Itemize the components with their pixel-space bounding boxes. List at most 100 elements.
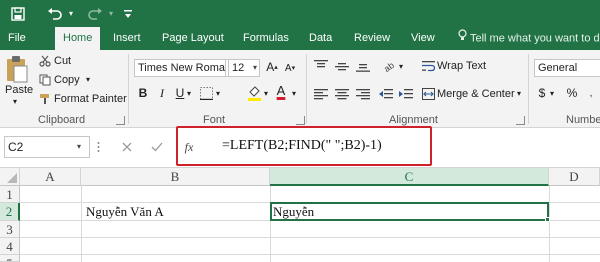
row-header-4[interactable]: 4 — [0, 238, 20, 255]
align-middle-icon[interactable] — [334, 59, 350, 73]
tab-file[interactable]: File — [8, 27, 26, 50]
tab-home[interactable]: Home — [55, 27, 101, 50]
merge-center-icon[interactable] — [421, 87, 435, 101]
active-cell-border — [270, 202, 549, 221]
tab-insert[interactable]: Insert — [113, 27, 141, 50]
ribbon-tabs: File Home Insert Page Layout Formulas Da… — [0, 27, 600, 50]
cancel-entry-icon[interactable] — [120, 139, 134, 155]
title-bar: ▾ ▾ — [0, 0, 600, 27]
highlight-box — [176, 126, 432, 166]
increase-font-size-icon[interactable]: A ▴ — [265, 59, 279, 75]
percent-button[interactable]: % — [566, 85, 578, 101]
align-bottom-icon[interactable] — [355, 59, 371, 73]
currency-button[interactable]: $ — [536, 85, 548, 101]
wrap-text-button[interactable]: Wrap Text — [437, 60, 486, 72]
row-header-5[interactable]: 5 — [0, 255, 20, 262]
decrease-font-size-icon[interactable]: A ▾ — [283, 61, 297, 75]
align-right-icon[interactable] — [355, 87, 371, 101]
bold-button[interactable]: B — [137, 85, 149, 101]
decrease-indent-icon[interactable] — [378, 87, 394, 101]
font-color-dropdown-icon[interactable]: ▾ — [292, 89, 296, 98]
font-name-value: Times New Roma — [138, 62, 225, 74]
column-header-d[interactable]: D — [549, 168, 600, 186]
select-all-corner[interactable] — [0, 168, 20, 186]
format-painter-icon[interactable] — [38, 92, 52, 106]
clipboard-group-label: Clipboard — [38, 114, 86, 126]
clipboard-launcher-icon[interactable] — [116, 116, 125, 125]
cut-button[interactable]: Cut — [54, 55, 71, 67]
merge-center-button[interactable]: Merge & Center — [437, 88, 515, 100]
copy-icon[interactable] — [38, 73, 52, 87]
currency-dropdown-icon[interactable]: ▾ — [550, 89, 554, 98]
column-header-c[interactable]: C — [270, 168, 549, 186]
borders-icon[interactable] — [198, 85, 214, 101]
tab-data[interactable]: Data — [309, 27, 332, 50]
copy-dropdown-icon[interactable]: ▾ — [86, 75, 90, 84]
gridline — [20, 237, 600, 238]
chevron-down-icon: ▾ — [252, 63, 257, 72]
tell-me-text: Tell me what you want to do — [470, 32, 600, 45]
orientation-icon[interactable]: ab — [382, 58, 398, 74]
font-launcher-icon[interactable] — [296, 116, 305, 125]
font-color-button[interactable]: A — [274, 82, 288, 98]
customize-qat-icon[interactable] — [122, 4, 134, 23]
redo-icon[interactable] — [86, 4, 104, 23]
column-header-a[interactable]: A — [20, 168, 81, 186]
alignment-group-label: Alignment — [389, 114, 438, 126]
tab-view[interactable]: View — [411, 27, 435, 50]
number-format-value: General — [538, 62, 578, 74]
group-divider — [306, 54, 307, 124]
alignment-launcher-icon[interactable] — [516, 116, 525, 125]
name-box-value: C2 — [8, 140, 24, 154]
number-format-combo[interactable]: General — [534, 59, 600, 77]
copy-button[interactable]: Copy — [54, 74, 80, 86]
name-box[interactable]: C2 ▾ — [4, 136, 90, 158]
underline-dropdown-icon[interactable]: ▾ — [187, 89, 191, 98]
save-icon[interactable] — [10, 4, 26, 23]
paste-label[interactable]: Paste — [5, 84, 33, 96]
italic-button[interactable]: I — [156, 85, 168, 101]
undo-dropdown-icon[interactable]: ▾ — [67, 4, 75, 23]
align-top-icon[interactable] — [313, 59, 329, 73]
font-size-value: 12 — [232, 62, 245, 74]
tab-review[interactable]: Review — [354, 27, 390, 50]
gridline — [20, 254, 600, 255]
fill-color-dropdown-icon[interactable]: ▾ — [264, 89, 268, 98]
gridline — [81, 186, 82, 262]
redo-dropdown-icon[interactable]: ▾ — [107, 4, 115, 23]
orientation-dropdown-icon[interactable]: ▾ — [399, 62, 403, 71]
svg-text:ab: ab — [383, 60, 396, 73]
font-name-combo[interactable]: Times New Roma — [134, 59, 226, 77]
row-header-1[interactable]: 1 — [0, 186, 20, 203]
tab-page-layout[interactable]: Page Layout — [162, 27, 224, 50]
comma-style-icon[interactable]: , — [584, 85, 598, 101]
align-left-icon[interactable] — [313, 87, 329, 101]
tab-formulas[interactable]: Formulas — [243, 27, 289, 50]
font-size-combo[interactable]: 12 ▾ — [228, 59, 260, 77]
fill-color-icon[interactable] — [246, 84, 262, 102]
row-header-3[interactable]: 3 — [0, 221, 20, 238]
group-divider — [528, 54, 529, 124]
cut-icon[interactable] — [38, 54, 52, 68]
fill-handle[interactable] — [545, 217, 550, 222]
merge-center-dropdown-icon[interactable]: ▾ — [517, 89, 521, 98]
wrap-text-icon[interactable] — [421, 59, 435, 73]
tell-me-search[interactable]: Tell me what you want to do — [458, 27, 600, 50]
number-group-label: Numbe — [566, 114, 600, 126]
paste-icon[interactable] — [4, 54, 30, 84]
lightbulb-icon — [458, 27, 467, 50]
confirm-entry-icon[interactable] — [150, 139, 164, 155]
format-painter-button[interactable]: Format Painter — [54, 93, 127, 105]
paste-dropdown-icon[interactable]: ▾ — [13, 97, 17, 106]
chevron-down-icon: ▾ — [77, 142, 82, 151]
row-header-2[interactable]: 2 — [0, 203, 20, 221]
borders-dropdown-icon[interactable]: ▾ — [216, 89, 220, 98]
column-header-b[interactable]: B — [81, 168, 270, 186]
underline-button[interactable]: U — [174, 85, 186, 101]
formula-bar-grip-icon[interactable] — [96, 140, 100, 154]
increase-indent-icon[interactable] — [398, 87, 414, 101]
cell-b2[interactable]: Nguyễn Văn A — [86, 204, 164, 220]
align-center-icon[interactable] — [334, 87, 350, 101]
ribbon: Paste ▾ Cut Copy ▾ Format Painter Clipbo… — [0, 50, 600, 128]
undo-icon[interactable] — [46, 4, 64, 23]
